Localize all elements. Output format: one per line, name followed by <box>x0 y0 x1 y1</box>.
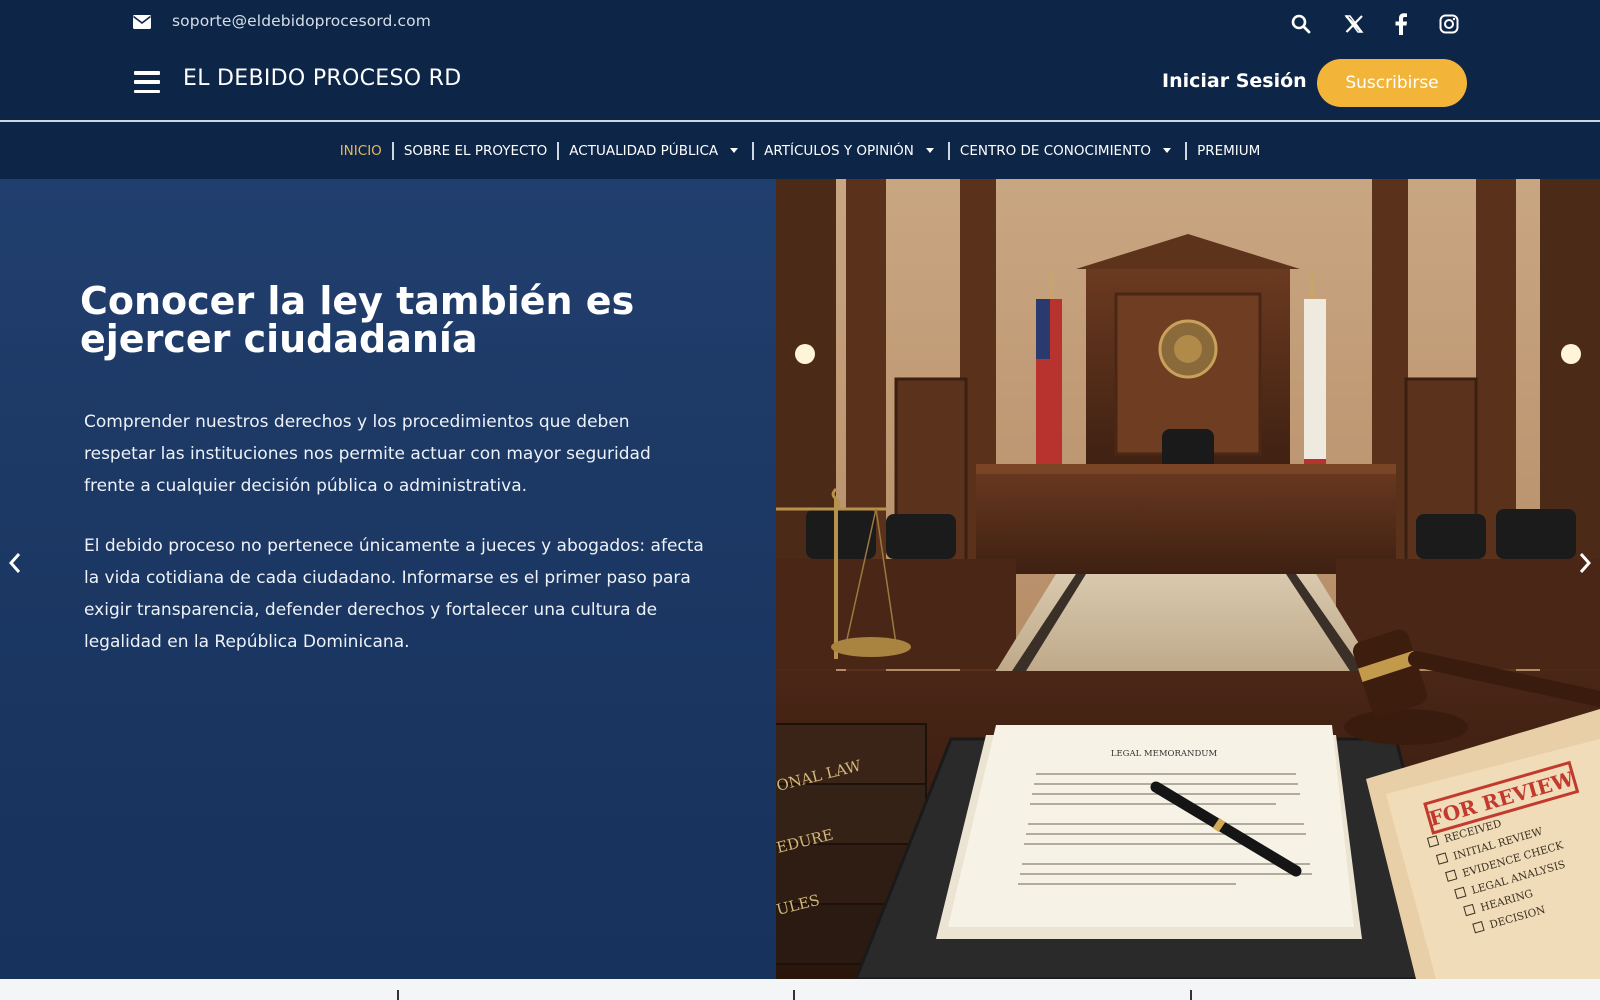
hero-title: Conocer la ley también es ejercer ciudad… <box>80 279 635 361</box>
nav-item-label: ACTUALIDAD PÚBLICA <box>569 142 719 159</box>
courtroom-image: ONAL LAW EDURE ULES LEGAL MEMORANDUM FOR… <box>776 179 1600 979</box>
nav-separator <box>752 141 755 160</box>
chevron-down-icon <box>1163 148 1172 153</box>
main-nav: INICIO SOBRE EL PROYECTO ACTUALIDAD PÚBL… <box>0 122 1600 179</box>
hero-paragraph-1: Comprender nuestros derechos y los proce… <box>84 412 651 496</box>
nav-item-sobre-el-proyecto[interactable]: SOBRE EL PROYECTO <box>404 143 547 159</box>
nav-item-actualidad-publica[interactable]: ACTUALIDAD PÚBLICA <box>569 143 742 159</box>
chevron-down-icon <box>730 148 739 153</box>
carousel-next-arrow-icon[interactable] <box>1576 551 1594 575</box>
instagram-icon[interactable] <box>1437 12 1461 36</box>
nav-separator <box>391 141 394 160</box>
nav-item-centro-de-conocimiento[interactable]: CENTRO DE CONOCIMIENTO <box>960 143 1175 159</box>
nav-item-label: CENTRO DE CONOCIMIENTO <box>959 142 1152 159</box>
subscribe-button[interactable]: Suscribirse <box>1317 59 1467 107</box>
hamburger-menu-icon[interactable] <box>134 71 160 93</box>
hero-image: ONAL LAW EDURE ULES LEGAL MEMORANDUM FOR… <box>776 179 1600 979</box>
strip-divider <box>1190 990 1192 1000</box>
chevron-down-icon <box>925 148 934 153</box>
nav-separator <box>947 141 950 160</box>
hero-paragraph-2: El debido proceso no pertenece únicament… <box>84 536 704 652</box>
nav-item-articulos-y-opinion[interactable]: ARTÍCULOS Y OPINIÓN <box>764 143 938 159</box>
carousel-prev-arrow-icon[interactable] <box>6 551 24 575</box>
x-twitter-icon[interactable] <box>1342 12 1366 36</box>
strip-divider <box>793 990 795 1000</box>
memo-title: LEGAL MEMORANDUM <box>1111 749 1218 759</box>
nav-item-premium[interactable]: PREMIUM <box>1197 143 1260 159</box>
login-link[interactable]: Iniciar Sesión <box>1162 70 1307 92</box>
envelope-icon <box>133 15 151 29</box>
nav-item-label: ARTÍCULOS Y OPINIÓN <box>764 142 914 159</box>
nav-separator <box>1185 141 1188 160</box>
strip-divider <box>397 990 399 1000</box>
search-icon[interactable] <box>1289 12 1313 36</box>
top-header: soporte@eldebidoprocesord.com EL DEBIDO … <box>0 0 1600 120</box>
next-section-strip <box>0 979 1600 1000</box>
nav-separator <box>557 141 560 160</box>
contact-email[interactable]: soporte@eldebidoprocesord.com <box>172 12 431 30</box>
facebook-icon[interactable] <box>1389 12 1413 36</box>
nav-item-inicio[interactable]: INICIO <box>340 143 382 159</box>
hero-text-panel: Conocer la ley también es ejercer ciudad… <box>0 179 776 979</box>
site-title[interactable]: EL DEBIDO PROCESO RD <box>183 66 461 91</box>
